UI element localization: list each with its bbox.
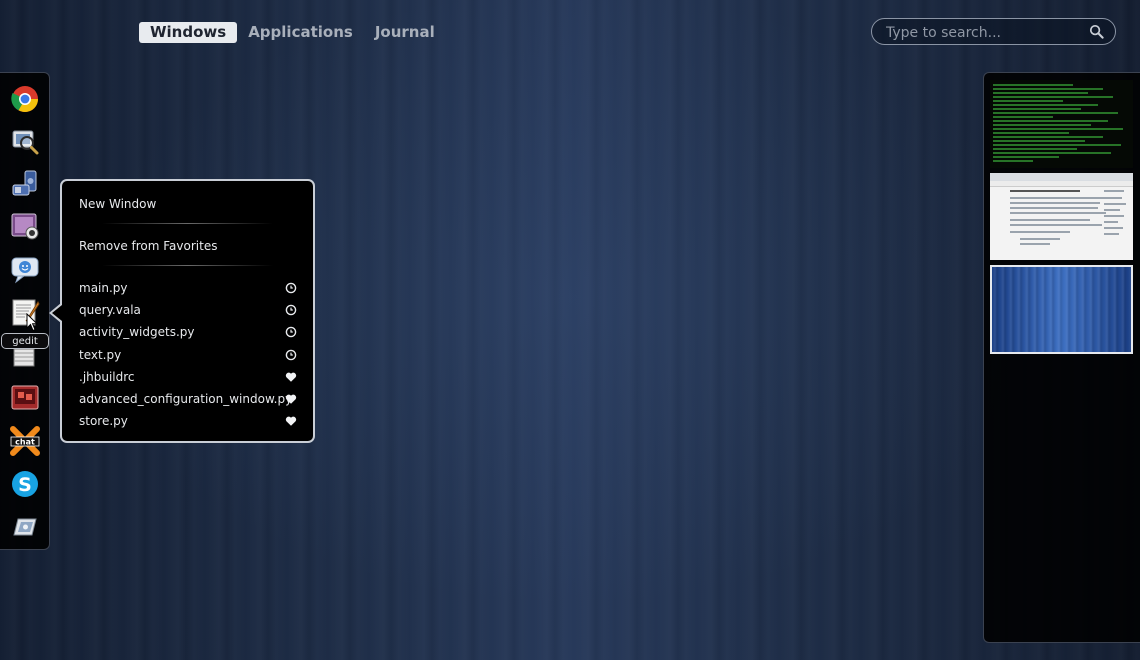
dash-item-media[interactable] bbox=[9, 210, 41, 242]
dash-item-presentation[interactable] bbox=[9, 382, 41, 414]
search-icon[interactable] bbox=[1089, 24, 1104, 39]
clock-icon bbox=[285, 326, 297, 338]
dash-item-chat[interactable] bbox=[9, 253, 41, 285]
dash-item-image-viewer[interactable] bbox=[9, 125, 41, 157]
menu-item-label: Remove from Favorites bbox=[79, 239, 218, 253]
heart-icon bbox=[285, 416, 297, 426]
recent-file-label: activity_widgets.py bbox=[79, 325, 195, 339]
presentation-icon bbox=[11, 385, 39, 410]
recent-file-item[interactable]: main.py bbox=[79, 279, 297, 297]
clock-icon bbox=[285, 304, 297, 316]
menu-separator bbox=[102, 223, 273, 224]
search-box[interactable] bbox=[871, 18, 1116, 45]
tab-applications[interactable]: Applications bbox=[237, 22, 364, 43]
workspace-thumbnail-document[interactable] bbox=[990, 173, 1133, 260]
heart-icon bbox=[285, 394, 297, 404]
search-input[interactable] bbox=[884, 22, 1088, 43]
svg-text:chat: chat bbox=[15, 438, 35, 447]
music-icon bbox=[12, 170, 37, 196]
favorite-file-item[interactable]: .jhbuildrc bbox=[79, 368, 297, 386]
dash-item-chrome[interactable] bbox=[9, 83, 41, 115]
mouse-cursor-icon bbox=[26, 313, 38, 332]
recent-file-item[interactable]: activity_widgets.py bbox=[79, 323, 297, 341]
recent-file-item[interactable]: text.py bbox=[79, 346, 297, 364]
dash: chat S bbox=[0, 72, 50, 550]
dash-item-remote-desktop[interactable] bbox=[9, 511, 41, 543]
dash-item-skype[interactable]: S bbox=[9, 468, 41, 500]
app-context-menu: New Window Remove from Favorites main.py… bbox=[60, 179, 315, 443]
workspace-thumbnail-empty-active[interactable] bbox=[990, 265, 1133, 354]
recent-file-label: main.py bbox=[79, 281, 128, 295]
favorite-file-item[interactable]: store.py bbox=[79, 412, 297, 430]
clock-icon bbox=[285, 349, 297, 361]
recent-file-label: text.py bbox=[79, 348, 122, 362]
menu-separator bbox=[102, 265, 273, 266]
workspace-thumbnail-terminal[interactable] bbox=[990, 80, 1133, 168]
recent-file-item[interactable]: query.vala bbox=[79, 301, 297, 319]
view-tabs: Windows Applications Journal bbox=[139, 22, 446, 43]
tab-windows[interactable]: Windows bbox=[139, 22, 238, 43]
chat-icon bbox=[11, 257, 39, 284]
workspace-switcher bbox=[983, 72, 1140, 643]
menu-item-label: New Window bbox=[79, 197, 157, 211]
tab-journal[interactable]: Journal bbox=[364, 22, 446, 43]
chat-x-icon: chat bbox=[10, 426, 40, 456]
chrome-icon bbox=[11, 86, 39, 113]
favorite-file-label: .jhbuildrc bbox=[79, 370, 135, 384]
dash-item-music-player[interactable] bbox=[9, 168, 41, 200]
recent-file-label: query.vala bbox=[79, 303, 141, 317]
skype-icon: S bbox=[12, 471, 38, 497]
dash-item-chat-x[interactable]: chat bbox=[9, 425, 41, 457]
dash-tooltip: gedit bbox=[1, 333, 49, 349]
favorite-file-label: advanced_configuration_window.py bbox=[79, 392, 293, 406]
favorite-file-label: store.py bbox=[79, 414, 128, 428]
magnifier-photo-icon bbox=[12, 130, 39, 155]
heart-icon bbox=[285, 372, 297, 382]
favorite-file-item[interactable]: advanced_configuration_window.py bbox=[79, 390, 297, 408]
webcam-icon bbox=[11, 213, 39, 240]
menu-item-remove-favorites[interactable]: Remove from Favorites bbox=[79, 237, 297, 255]
svg-text:S: S bbox=[18, 474, 32, 496]
menu-pointer-inner bbox=[52, 305, 62, 321]
remote-desktop-icon bbox=[13, 518, 37, 536]
menu-item-new-window[interactable]: New Window bbox=[79, 195, 297, 213]
clock-icon bbox=[285, 282, 297, 294]
